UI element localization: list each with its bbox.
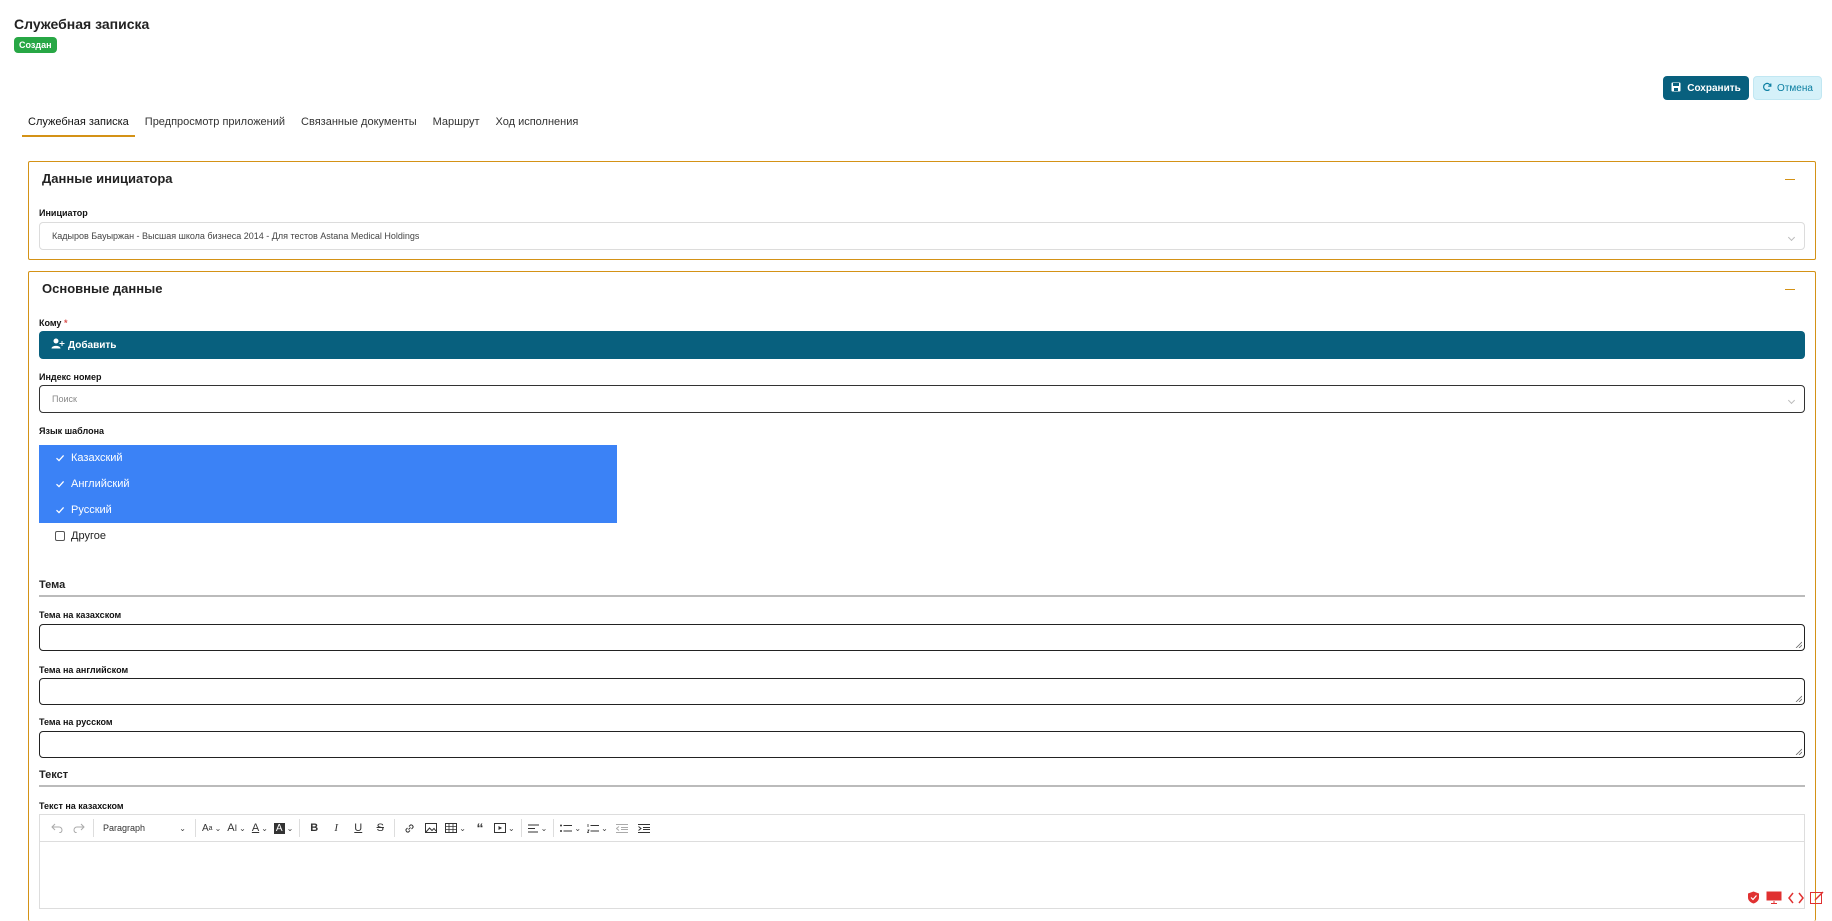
main-data-card: Основные данные Кому * Добавить Индекс н… [28,271,1816,921]
image-icon[interactable] [420,818,442,838]
shield-icon[interactable] [1747,891,1760,909]
save-button[interactable]: Сохранить [1663,76,1749,100]
presentation-icon[interactable] [1766,891,1782,909]
language-option-kazakh[interactable]: Казахский [39,445,617,471]
language-option-english[interactable]: Английский [39,471,617,497]
tab-attachments-preview[interactable]: Предпросмотр приложений [139,112,291,137]
undo-icon[interactable] [46,818,68,838]
initiator-card-title: Данные инициатора [42,171,173,186]
blockquote-icon[interactable]: “ [469,818,491,838]
italic-icon[interactable]: I [325,818,347,838]
align-left-icon[interactable]: ⌄ [525,818,551,838]
topic-ru-input[interactable] [39,731,1805,758]
cancel-button[interactable]: Отмена [1753,76,1822,100]
table-icon[interactable]: ⌄ [442,818,469,838]
font-color-icon[interactable]: A ⌄ [249,818,271,838]
bold-icon[interactable]: B [303,818,325,838]
media-embed-icon[interactable]: ⌄ [491,818,518,838]
check-icon [55,453,65,463]
collapse-icon[interactable] [1785,289,1795,290]
language-option-russian[interactable]: Русский [39,497,617,523]
initiator-select[interactable]: Кадыров Бауыржан - Высшая школа бизнеса … [39,222,1805,250]
tab-route[interactable]: Маршрут [427,112,486,137]
tab-bar: Служебная записка Предпросмотр приложени… [22,112,588,137]
topic-section-heading: Тема [39,579,1805,597]
floppy-disk-icon [1671,82,1681,95]
floating-tools [1747,890,1824,909]
strikethrough-icon[interactable]: S [369,818,391,838]
save-button-label: Сохранить [1687,82,1741,94]
toolbar-divider [520,819,522,837]
topic-en-label: Тема на английском [39,665,129,675]
chevron-down-icon [1787,233,1796,242]
bulleted-list-icon[interactable]: ⌄ [557,818,584,838]
topic-kz-label: Тема на казахском [39,610,122,620]
index-placeholder: Поиск [52,394,77,404]
initiator-label: Инициатор [39,208,88,218]
check-icon [55,505,65,515]
collapse-icon[interactable] [1785,179,1795,180]
paragraph-style-select[interactable]: Paragraph ⌄ [97,818,192,838]
main-card-title: Основные данные [42,281,163,296]
link-icon[interactable] [398,818,420,838]
add-user-icon [51,338,65,352]
tab-memo[interactable]: Служебная записка [22,112,135,137]
redo-icon[interactable] [68,818,90,838]
check-icon [55,479,65,489]
refresh-icon [1762,82,1772,95]
tab-related-documents[interactable]: Связанные документы [295,112,423,137]
outdent-icon[interactable] [611,818,633,838]
text-kz-label: Текст на казахском [39,801,124,811]
text-kz-editor[interactable] [39,841,1805,909]
chevron-down-icon: ⌄ [179,823,186,833]
topic-kz-input[interactable] [39,624,1805,651]
edit-icon[interactable] [1810,890,1824,909]
index-label: Индекс номер [39,372,102,382]
toolbar-divider [553,819,555,837]
checkbox-icon[interactable] [55,531,65,541]
initiator-card: Данные инициатора Инициатор Кадыров Бауы… [28,161,1816,260]
underline-icon[interactable]: U [347,818,369,838]
cancel-button-label: Отмена [1777,82,1813,94]
index-search-select[interactable]: Поиск [39,385,1805,413]
topic-en-input[interactable] [39,678,1805,705]
required-mark: * [63,318,68,328]
tab-progress[interactable]: Ход исполнения [490,112,585,137]
toolbar-divider [394,819,396,837]
topic-ru-label: Тема на русском [39,717,113,727]
numbered-list-icon[interactable]: ⌄ [584,818,611,838]
resize-handle-icon[interactable] [1795,695,1802,702]
status-badge: Создан [14,37,57,53]
toolbar-divider [299,819,301,837]
template-language-list: Казахский Английский Русский Другое [39,445,617,549]
add-recipient-label: Добавить [68,339,117,351]
template-language-label: Язык шаблона [39,426,105,436]
toolbar-divider [195,819,196,837]
resize-handle-icon[interactable] [1795,641,1802,648]
page-title: Служебная записка [14,16,150,32]
to-label: Кому * [39,318,68,328]
editor-toolbar: Paragraph ⌄ Aa ⌄ A I ⌄ A ⌄ A ⌄ B I U S ⌄ “ ⌄ … [39,814,1805,841]
add-recipient-button[interactable]: Добавить [39,331,1805,359]
resize-handle-icon[interactable] [1795,748,1802,755]
background-color-icon[interactable]: A ⌄ [271,818,296,838]
font-family-icon[interactable]: A I ⌄ [224,818,249,838]
language-option-other[interactable]: Другое [39,523,617,549]
font-size-icon[interactable]: Aa ⌄ [199,818,224,838]
code-icon[interactable] [1788,891,1804,909]
chevron-down-icon [1787,396,1796,405]
toolbar-divider [93,819,94,837]
text-section-heading: Текст [39,769,1805,787]
indent-icon[interactable] [633,818,655,838]
initiator-value: Кадыров Бауыржан - Высшая школа бизнеса … [52,231,420,241]
